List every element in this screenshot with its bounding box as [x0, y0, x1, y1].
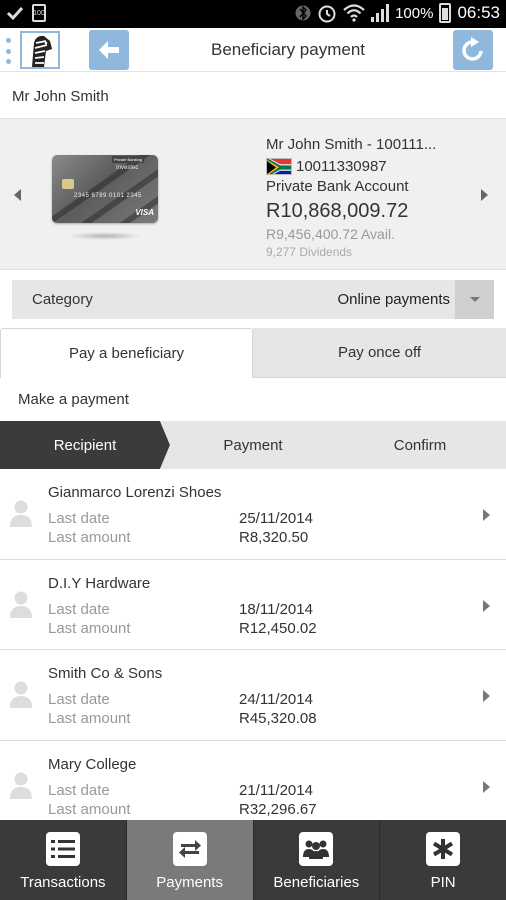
notification-icon: 100	[32, 4, 46, 22]
card-network: VISA	[135, 208, 154, 217]
recipient-name: D.I.Y Hardware	[48, 574, 151, 592]
account-type: Private Bank Account	[266, 178, 409, 195]
card-bank-badge: Private Banking	[112, 156, 145, 163]
clock: 06:53	[457, 3, 500, 22]
last-date-label: Last date	[48, 510, 110, 527]
step-label: Recipient	[53, 436, 117, 454]
status-bar: 100 100% 06:53	[0, 0, 506, 28]
menu-dots-icon[interactable]	[5, 38, 11, 64]
card-chip-icon	[62, 179, 74, 189]
recipient-name: Mary College	[48, 755, 137, 773]
recipient-row[interactable]: D.I.Y Hardware Last date 18/11/2014 Last…	[0, 559, 506, 650]
step-label: Payment	[223, 436, 283, 454]
recipient-row[interactable]: Smith Co & Sons Last date 24/11/2014 Las…	[0, 650, 506, 741]
refresh-button[interactable]	[453, 30, 493, 70]
last-date-value: 24/11/2014	[239, 691, 313, 708]
section-title: Make a payment	[18, 391, 129, 408]
dividends: 9,277 Dividends	[266, 245, 353, 259]
back-arrow-icon	[99, 41, 119, 59]
dropdown-toggle[interactable]	[455, 280, 494, 319]
recipient-list: Gianmarco Lorenzi Shoes Last date 25/11/…	[0, 469, 506, 831]
nav-label: Payments	[156, 874, 223, 891]
category-label: Category	[32, 291, 93, 308]
nav-label: PIN	[430, 874, 456, 891]
chevron-right-icon	[483, 509, 490, 521]
chevron-right-icon	[483, 690, 490, 702]
bottom-nav: Transactions Payments Beneficiaries PIN	[0, 820, 506, 900]
page-title: Beneficiary payment	[210, 40, 366, 59]
last-amount-value: R12,450.02	[239, 619, 317, 637]
wifi-icon	[343, 4, 365, 22]
refresh-icon	[462, 37, 483, 61]
last-date-value: 21/11/2014	[239, 781, 313, 799]
nav-beneficiaries[interactable]: Beneficiaries	[254, 820, 381, 900]
chevron-right-icon	[483, 780, 490, 793]
account-name: Mr John Smith - 100111...	[266, 136, 437, 153]
step-confirm: Confirm	[326, 421, 506, 469]
card-number: 2345 6789 0101 2345	[74, 193, 142, 199]
nav-transactions[interactable]: Transactions	[0, 820, 127, 900]
south-africa-flag-icon	[266, 157, 292, 175]
checkmark-icon	[6, 6, 24, 21]
person-icon	[10, 591, 32, 618]
signal-icon	[371, 4, 390, 22]
tab-pay-once-off[interactable]: Pay once off	[253, 328, 506, 378]
tab-pay-beneficiary[interactable]: Pay a beneficiary	[0, 328, 253, 378]
app-bar: Beneficiary payment	[0, 28, 506, 72]
step-payment: Payment	[160, 421, 336, 469]
step-recipient: Recipient	[0, 421, 170, 469]
person-icon	[10, 500, 32, 527]
back-button[interactable]	[89, 30, 129, 70]
user-name: Mr John Smith	[12, 88, 109, 105]
last-amount-label: Last amount	[48, 529, 131, 546]
last-date-label: Last date	[48, 600, 110, 618]
nav-pin[interactable]: PIN	[380, 820, 506, 900]
battery-percent: 100%	[395, 4, 434, 22]
last-date-value: 25/11/2014	[239, 510, 313, 527]
people-icon	[299, 832, 334, 866]
payment-tabs: Pay a beneficiary Pay once off	[0, 328, 506, 378]
asterisk-icon	[426, 832, 461, 866]
alarm-icon	[318, 5, 336, 23]
card-shadow	[68, 232, 142, 240]
zebra-logo	[20, 31, 60, 69]
last-amount-value: R45,320.08	[239, 710, 317, 727]
last-date-label: Last date	[48, 691, 110, 708]
last-date-label: Last date	[48, 781, 110, 799]
nav-label: Transactions	[20, 874, 106, 891]
transfer-arrows-icon	[172, 832, 207, 866]
recipient-row[interactable]: Mary College Last date 21/11/2014 Last a…	[0, 740, 506, 831]
chevron-down-icon	[470, 297, 480, 302]
list-icon	[45, 832, 80, 866]
recipient-name: Gianmarco Lorenzi Shoes	[48, 484, 222, 501]
available-balance: R9,456,400.72 Avail.	[266, 226, 395, 242]
step-label: Confirm	[393, 436, 447, 454]
account-number: 10011330987	[296, 157, 387, 175]
bluetooth-icon	[295, 5, 311, 21]
progress-steps: Recipient Payment Confirm	[0, 421, 506, 469]
card-brand: Investec	[116, 165, 139, 171]
battery-icon	[439, 3, 452, 23]
account-balance: R10,868,009.72	[266, 200, 409, 222]
last-amount-value: R8,320.50	[239, 529, 309, 546]
last-amount-label: Last amount	[48, 710, 131, 727]
category-value: Online payments	[337, 291, 450, 308]
bank-card-image: Private Banking Investec 2345 6789 0101 …	[52, 155, 158, 223]
recipient-name: Smith Co & Sons	[48, 665, 163, 682]
last-amount-label: Last amount	[48, 619, 131, 637]
last-amount-value: R32,296.67	[239, 800, 317, 818]
nav-label: Beneficiaries	[273, 874, 360, 891]
previous-account-arrow-icon[interactable]	[14, 189, 21, 201]
account-info: Mr John Smith - 100111... 10011330987 Pr…	[266, 134, 476, 260]
nav-payments[interactable]: Payments	[126, 820, 254, 900]
person-icon	[10, 681, 32, 708]
category-select[interactable]: Category Online payments	[12, 280, 494, 319]
chevron-right-icon	[483, 599, 490, 612]
account-panel: Private Banking Investec 2345 6789 0101 …	[0, 118, 506, 270]
person-icon	[10, 772, 32, 799]
last-amount-label: Last amount	[48, 800, 131, 818]
last-date-value: 18/11/2014	[239, 600, 313, 618]
next-account-arrow-icon[interactable]	[481, 189, 488, 201]
recipient-row[interactable]: Gianmarco Lorenzi Shoes Last date 25/11/…	[0, 469, 506, 560]
